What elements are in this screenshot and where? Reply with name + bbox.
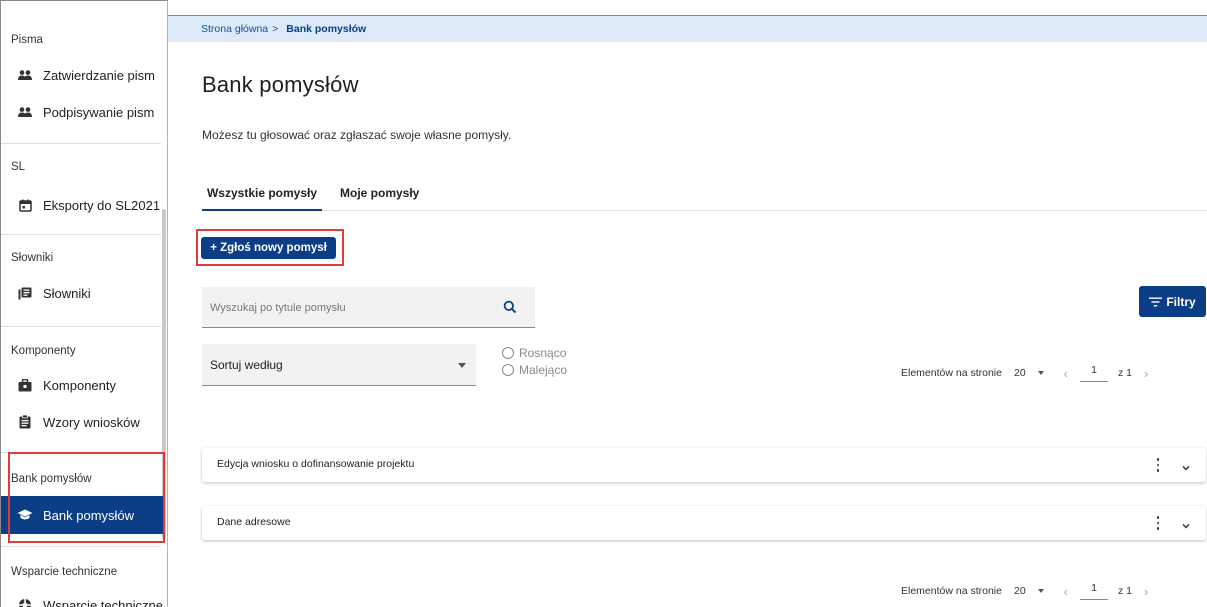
- section-title-komponenty: Komponenty: [11, 345, 76, 357]
- calendar-icon: [17, 197, 33, 213]
- per-page-label: Elementów na stronie: [901, 367, 1002, 379]
- per-page-value: 20: [1013, 585, 1026, 597]
- caret-down-icon: [458, 363, 466, 368]
- sidebar-item-label: Wzory wniosków: [43, 414, 140, 430]
- sidebar-item-slowniki[interactable]: Słowniki: [1, 274, 164, 312]
- section-title-slowniki: Słowniki: [11, 252, 54, 264]
- sidebar-item-podpisywanie-pism[interactable]: Podpisywanie pism: [1, 93, 164, 131]
- idea-item[interactable]: Dane adresowe: [202, 506, 1206, 540]
- people-icon: [17, 67, 33, 83]
- breadcrumb-home-link[interactable]: Strona główna: [201, 23, 268, 35]
- breadcrumb: Strona główna > Bank pomysłów: [168, 15, 1207, 42]
- sort-label: Sortuj według: [210, 358, 283, 372]
- chevron-right-icon[interactable]: ›: [1144, 366, 1148, 381]
- radio-circle-icon: [502, 347, 514, 359]
- caret-down-icon: [1037, 371, 1044, 375]
- section-title-pisma: Pisma: [11, 34, 43, 46]
- search-icon[interactable]: [503, 300, 517, 314]
- sidebar-item-komponenty[interactable]: Komponenty: [1, 366, 164, 404]
- radio-label: Rosnąco: [519, 346, 567, 360]
- sidebar-item-label: Słowniki: [43, 285, 91, 301]
- section-divider: [1, 234, 161, 235]
- chevron-right-icon[interactable]: ›: [1144, 584, 1148, 599]
- sidebar-item-label: Podpisywanie pism: [43, 104, 155, 120]
- sidebar-accent-line: [167, 1, 168, 607]
- page-description: Możesz tu głosować oraz zgłaszać swoje w…: [202, 128, 512, 142]
- sidebar-item-eksporty-sl2021[interactable]: Eksporty do SL2021: [1, 186, 164, 224]
- per-page-value: 20: [1013, 367, 1026, 379]
- sidebar-item-label: Zatwierdzanie pism: [43, 67, 155, 83]
- section-title-wsparcie-techniczne: Wsparcie techniczne: [11, 566, 118, 578]
- page-title: Bank pomysłów: [202, 72, 359, 97]
- radio-label: Malejąco: [519, 363, 568, 377]
- tabs: Wszystkie pomysły Moje pomysły: [202, 182, 1207, 211]
- filters-label: Filtry: [1166, 294, 1196, 309]
- chevron-down-icon[interactable]: [1181, 460, 1191, 471]
- add-idea-button[interactable]: + Zgłoś nowy pomysł: [201, 237, 336, 259]
- per-page-select[interactable]: 20: [1014, 585, 1044, 597]
- idea-title: Dane adresowe: [217, 516, 291, 528]
- section-divider: [1, 326, 161, 327]
- support-icon: [17, 597, 33, 607]
- filters-button[interactable]: Filtry: [1139, 286, 1206, 317]
- breadcrumb-separator: >: [272, 23, 279, 35]
- pagination-top: Elementów na stronie 20 ‹ 1 z 1 ›: [901, 363, 1148, 383]
- sidebar-item-wsparcie-techniczne[interactable]: Wsparcie techniczne: [1, 586, 164, 607]
- sidebar-item-label: Eksporty do SL2021: [43, 197, 161, 213]
- idea-title: Edycja wniosku o dofinansowanie projektu: [217, 458, 415, 470]
- chevron-down-icon[interactable]: [1181, 518, 1191, 529]
- highlight-box-sidebar: [8, 452, 165, 543]
- more-vert-icon[interactable]: [1155, 458, 1161, 472]
- people-icon: [17, 104, 33, 120]
- tab-wszystkie-pomysly[interactable]: Wszystkie pomysły: [202, 182, 322, 211]
- dictionary-icon: [17, 285, 33, 301]
- radio-circle-icon: [502, 364, 514, 376]
- document-icon: [17, 414, 33, 430]
- per-page-select[interactable]: 20: [1014, 367, 1044, 379]
- chevron-left-icon[interactable]: ‹: [1064, 584, 1068, 599]
- components-icon: [17, 377, 33, 393]
- radio-descending[interactable]: Malejąco: [502, 363, 567, 377]
- sort-select[interactable]: Sortuj według: [202, 344, 476, 386]
- sidebar-item-zatwierdzanie-pism[interactable]: Zatwierdzanie pism: [1, 56, 164, 94]
- page-input[interactable]: 1: [1080, 582, 1109, 600]
- chevron-left-icon[interactable]: ‹: [1064, 366, 1068, 381]
- section-divider: [1, 143, 161, 144]
- section-title-sl: SL: [11, 161, 26, 173]
- sidebar-item-wzory-wnioskow[interactable]: Wzory wniosków: [1, 403, 164, 441]
- per-page-label: Elementów na stronie: [901, 585, 1002, 597]
- filter-icon: [1149, 297, 1163, 306]
- tab-moje-pomysly[interactable]: Moje pomysły: [340, 182, 430, 211]
- pagination-bottom: Elementów na stronie 20 ‹ 1 z 1 ›: [901, 581, 1148, 601]
- breadcrumb-current: Bank pomysłów: [286, 23, 367, 35]
- idea-item[interactable]: Edycja wniosku o dofinansowanie projektu: [202, 448, 1206, 482]
- search-input[interactable]: [210, 299, 490, 317]
- page-total: z 1: [1118, 585, 1133, 597]
- page-input[interactable]: 1: [1080, 364, 1109, 382]
- sidebar-item-label: Komponenty: [43, 377, 116, 393]
- page-total: z 1: [1118, 367, 1133, 379]
- section-divider: [1, 546, 161, 547]
- radio-ascending[interactable]: Rosnąco: [502, 346, 566, 360]
- search-field: [202, 287, 535, 328]
- more-vert-icon[interactable]: [1155, 516, 1161, 530]
- caret-down-icon: [1037, 589, 1044, 593]
- sidebar-item-label: Wsparcie techniczne: [43, 597, 163, 607]
